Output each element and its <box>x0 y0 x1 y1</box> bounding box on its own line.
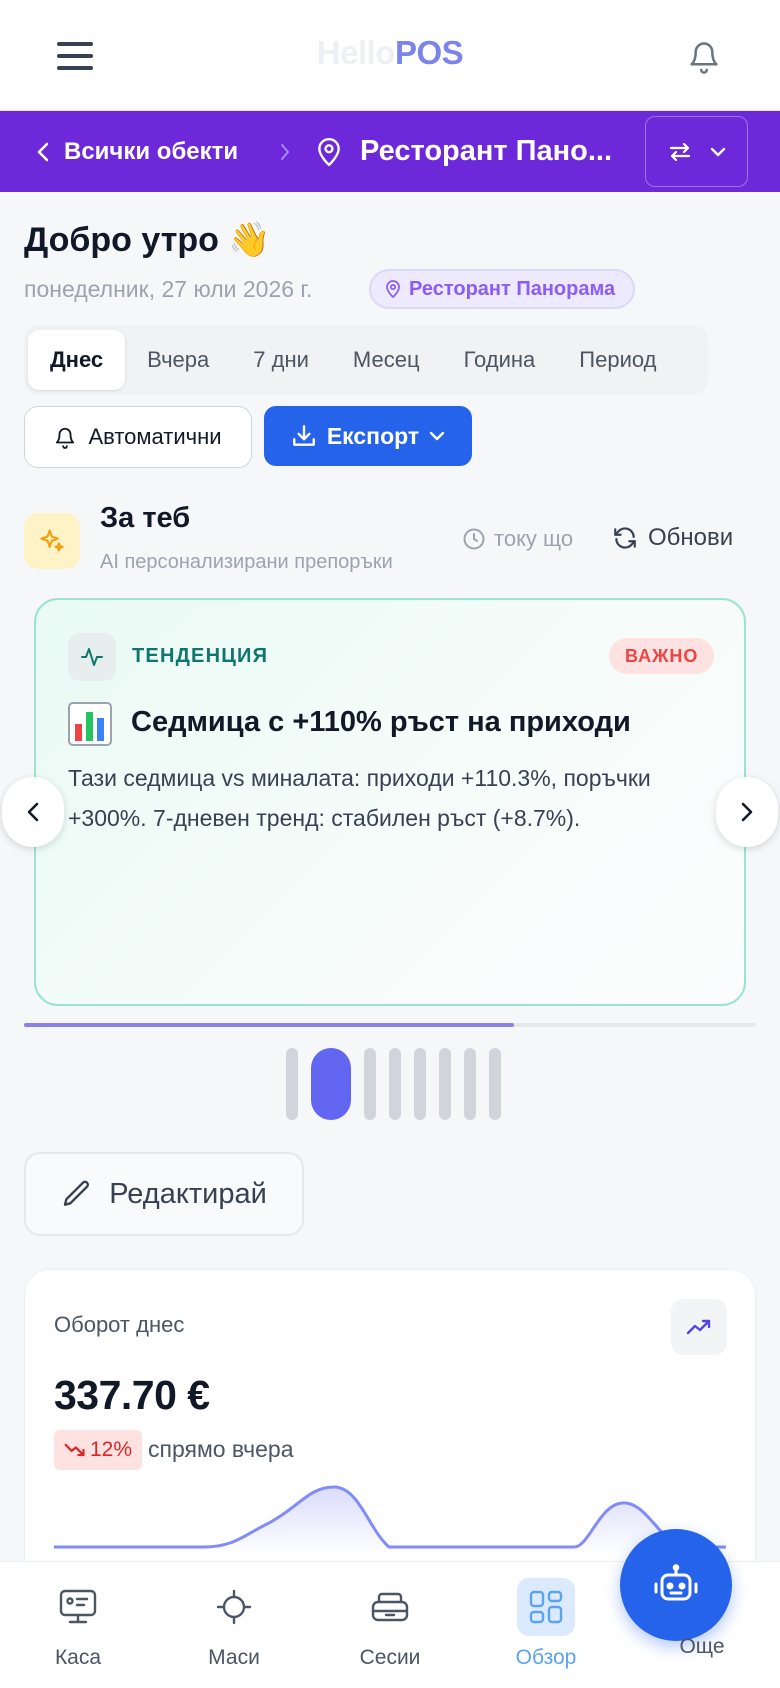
carousel-dot[interactable] <box>489 1048 501 1120</box>
tab-7-days[interactable]: 7 дни <box>231 330 331 390</box>
carousel-progress-fill <box>24 1023 515 1027</box>
insight-title: Седмица с +110% ръст на приходи <box>131 706 631 738</box>
carousel-dot[interactable] <box>414 1048 426 1120</box>
insight-body: Тази седмица vs миналата: приходи +110.3… <box>68 765 651 831</box>
refresh-icon <box>614 527 636 549</box>
activity-icon-box <box>68 633 116 681</box>
edit-button[interactable]: Редактирай <box>24 1152 304 1236</box>
turnover-comparison: спрямо вчера <box>148 1436 294 1462</box>
swap-icon <box>669 142 690 161</box>
dashboard-icon <box>517 1578 575 1636</box>
tab-year[interactable]: Година <box>442 330 558 390</box>
current-date: понеделник, 27 юли 2026 г. <box>24 276 313 302</box>
tab-period[interactable]: Период <box>557 330 678 390</box>
sparkles-icon-box <box>24 513 80 569</box>
automatic-reports-button[interactable]: Автоматични <box>24 406 252 468</box>
chevron-down-icon <box>710 147 725 156</box>
nav-item-more[interactable]: Още <box>660 1635 744 1659</box>
bar-chart-emoji-icon <box>68 702 112 746</box>
carousel-progress <box>24 1023 756 1027</box>
carousel-prev-button[interactable] <box>2 777 64 847</box>
carousel-dot[interactable] <box>464 1048 476 1120</box>
nav-item-sessions[interactable]: Сесии <box>330 1578 450 1670</box>
switch-location-button[interactable] <box>645 116 748 187</box>
table-icon <box>205 1578 263 1636</box>
carousel-dot[interactable] <box>364 1048 376 1120</box>
chevron-down-icon <box>429 431 445 441</box>
priority-badge: ВАЖНО <box>609 638 715 674</box>
breadcrumb-separator <box>280 111 290 192</box>
tab-month[interactable]: Месец <box>331 330 442 390</box>
trending-up-icon <box>686 1319 711 1335</box>
current-location: Ресторант Пано... <box>316 111 612 192</box>
sparkles-icon <box>40 529 64 552</box>
refresh-button[interactable]: Обнови <box>612 524 733 552</box>
pencil-icon <box>64 1180 90 1206</box>
for-you-subtitle: AI персонализирани препоръки <box>100 551 393 573</box>
chevron-right-icon <box>281 143 289 160</box>
pos-terminal-icon <box>49 1578 107 1636</box>
carousel-dot[interactable] <box>286 1048 298 1120</box>
last-updated: току що <box>462 526 573 552</box>
insight-type: ТЕНДЕНЦИЯ <box>132 645 269 667</box>
turnover-sparkline <box>54 1485 726 1555</box>
bell-icon <box>56 427 75 449</box>
tab-yesterday[interactable]: Вчера <box>125 330 231 390</box>
clock-icon <box>463 528 485 550</box>
download-icon <box>292 425 315 446</box>
assistant-fab[interactable] <box>620 1529 732 1641</box>
carousel-dot[interactable] <box>389 1048 401 1120</box>
chevron-right-icon <box>741 802 753 822</box>
export-button[interactable]: Експорт <box>264 406 472 466</box>
tab-today[interactable]: Днес <box>28 330 126 390</box>
greeting-title: Добро утро 👋 <box>24 221 271 259</box>
robot-icon <box>654 1564 698 1601</box>
bell-icon <box>690 42 718 74</box>
all-locations-link[interactable]: Всички обекти <box>36 111 238 192</box>
map-pin-icon <box>386 280 400 298</box>
trending-down-icon <box>64 1443 85 1457</box>
trend-icon-box <box>671 1299 727 1355</box>
turnover-value: 337.70 € <box>54 1372 210 1418</box>
for-you-title: За теб <box>100 502 191 534</box>
period-tabs: Днес Вчера 7 дни Месец Година Период <box>24 325 708 395</box>
notifications-button[interactable] <box>680 32 728 80</box>
location-badge: Ресторант Панорама <box>369 269 636 309</box>
carousel-next-button[interactable] <box>716 777 778 847</box>
chevron-left-icon <box>37 142 49 161</box>
map-pin-icon <box>318 137 340 166</box>
carousel-dot[interactable] <box>311 1048 351 1120</box>
carousel-dots <box>286 1048 501 1120</box>
app-logo: HelloPOS <box>316 34 464 71</box>
nav-item-pos[interactable]: Каса <box>18 1578 138 1670</box>
sessions-icon <box>361 1578 419 1636</box>
nav-item-tables[interactable]: Маси <box>174 1578 294 1670</box>
chevron-left-icon <box>27 802 39 822</box>
turnover-label: Оборот днес <box>54 1312 185 1337</box>
turnover-delta-badge: 12% <box>54 1430 143 1470</box>
activity-icon <box>81 648 103 666</box>
nav-item-overview[interactable]: Обзор <box>486 1578 606 1670</box>
carousel-dot[interactable] <box>439 1048 451 1120</box>
